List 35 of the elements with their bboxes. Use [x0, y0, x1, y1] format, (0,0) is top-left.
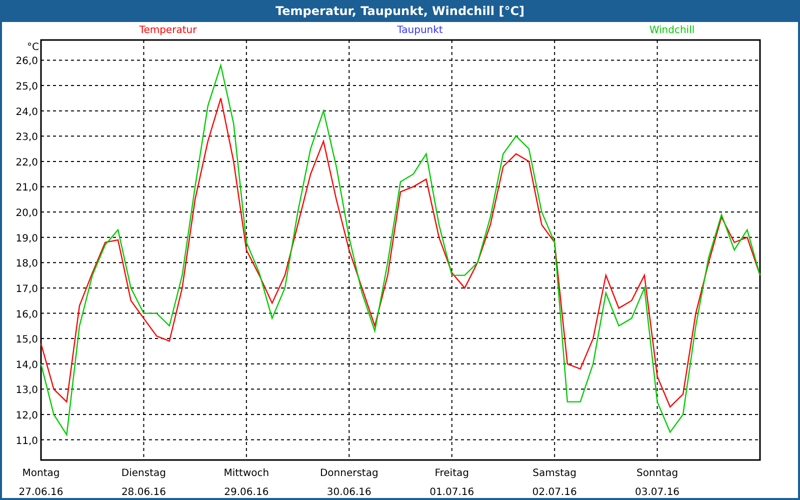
window-title: Temperatur, Taupunkt, Windchill [°C] — [2, 0, 798, 22]
axis-label: 14,0 — [16, 360, 38, 371]
axis-label: 11,0 — [16, 436, 38, 447]
legend-label: Taupunkt — [396, 24, 444, 36]
axis-label: Donnerstag — [320, 468, 378, 479]
axis-label: 16,0 — [16, 309, 38, 320]
axis-label: 18,0 — [16, 258, 38, 270]
axis-label: Dienstag — [121, 468, 166, 479]
axis-label: 17,0 — [16, 284, 38, 295]
axis-label: 30.06.16 — [326, 487, 372, 498]
axis-unit: °C — [27, 42, 39, 53]
legend-label: Temperatur — [138, 24, 198, 36]
axis-label: 28.06.16 — [121, 487, 166, 498]
axis-label: 20,0 — [16, 208, 38, 220]
axis-label: 26,0 — [16, 56, 38, 68]
axis-label: Montag — [22, 468, 60, 479]
axis-label: 01.07.16 — [430, 487, 474, 498]
axis-label: 13,0 — [16, 385, 38, 396]
axis-label: 15,0 — [16, 334, 38, 346]
axis-label: 21,0 — [16, 182, 38, 194]
axis-label: 23,0 — [16, 132, 38, 144]
axis-label: Samstag — [532, 468, 576, 479]
axis-label: 27.06.16 — [18, 487, 64, 498]
axis-label: 03.07.16 — [635, 487, 680, 498]
axis-label: Freitag — [434, 468, 469, 479]
axis-label: Sonntag — [636, 468, 678, 479]
axis-label: 24,0 — [16, 106, 38, 118]
axis-label: 19,0 — [16, 233, 38, 244]
axis-label: 02.07.16 — [532, 487, 577, 498]
axis-label: 29.06.16 — [224, 487, 269, 498]
axis-label: 22,0 — [16, 157, 38, 168]
axis-label: Mittwoch — [224, 468, 270, 479]
axis-label: 12,0 — [16, 410, 38, 422]
legend-label: Windchill — [648, 24, 696, 36]
axis-label: 25,0 — [16, 82, 38, 93]
